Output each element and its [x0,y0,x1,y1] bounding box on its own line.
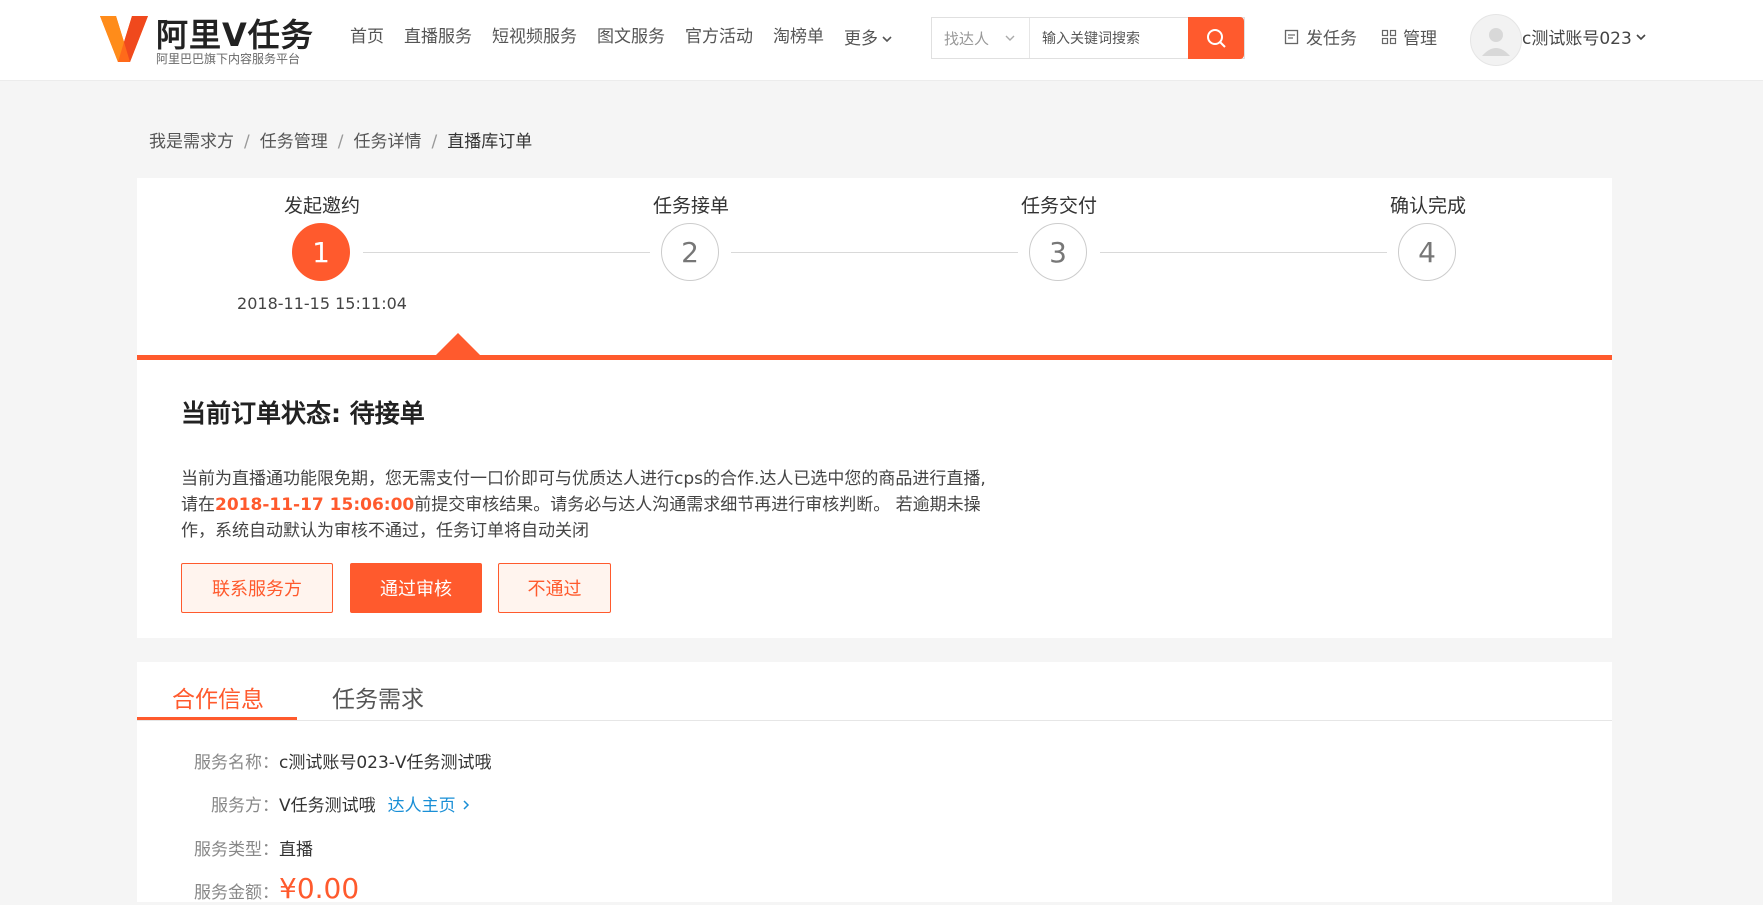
provider-label: 服务方： [211,796,279,816]
step-number: 3 [1029,223,1087,281]
step-label: 任务接单 [652,195,729,217]
search-button[interactable] [1188,17,1244,59]
step-number: 4 [1398,223,1456,281]
status-accent-bar [137,355,1612,360]
user-avatar-icon [1482,28,1510,56]
service-amount-value: ¥0.00 [279,872,360,905]
step-number: 2 [661,223,719,281]
chevron-down-icon [882,36,892,43]
service-type-value: 直播 [279,840,313,860]
active-tab-indicator [137,717,297,720]
logo-v-icon [100,16,148,62]
service-type-label: 服务类型： [194,840,279,860]
service-type-row: 服务类型：直播 [137,835,1037,860]
avatar[interactable] [1470,14,1522,66]
info-tabs: 合作信息 任务需求 [137,662,1612,721]
step-initiate: 发起邀约 1 2018-11-15 15:11:04 [237,178,407,334]
provider-value: V任务测试哦 [279,796,376,816]
publish-task-label: 发任务 [1306,29,1357,49]
order-status-title: 当前订单状态: 待接单 [181,399,425,428]
step-accept: 任务接单 2 [611,178,771,334]
step-time: 2018-11-15 15:11:04 [237,294,407,313]
edit-icon [1284,29,1299,44]
search-input[interactable] [1032,18,1196,60]
publish-task-link[interactable]: 发任务 [1284,24,1357,49]
review-deadline: 2018-11-17 15:06:00 [215,495,415,515]
step-pointer-arrow [436,333,480,355]
order-status-description: 当前为直播通功能限免期，您无需支付一口价即可与优质达人进行cps的合作.达人已选… [181,466,991,544]
account-name: c测试账号023 [1522,29,1632,49]
nav-live-service[interactable]: 直播服务 [404,24,472,54]
service-name-value: c测试账号023-V任务测试哦 [279,753,492,773]
nav-official-events[interactable]: 官方活动 [685,24,753,54]
breadcrumb-item-current: 直播库订单 [447,132,533,152]
top-navigation-bar: 阿里V任务 阿里巴巴旗下内容服务平台 首页 直播服务 短视频服务 图文服务 官方… [0,0,1763,81]
tab-task-requirements[interactable]: 任务需求 [332,680,424,714]
breadcrumb: 我是需求方 / 任务管理 / 任务详情 / 直播库订单 [149,127,532,152]
progress-steps: 发起邀约 1 2018-11-15 15:11:04 任务接单 2 任务交付 3… [137,178,1612,334]
service-amount-row: 服务金额：¥0.00 [137,872,1037,905]
nav-taobao-ranking[interactable]: 淘榜单 [773,24,824,54]
site-logo[interactable]: 阿里V任务 阿里巴巴旗下内容服务平台 [98,10,318,66]
service-amount-label: 服务金额： [194,883,279,903]
step-deliver: 任务交付 3 [979,178,1139,334]
step-number: 1 [292,223,350,281]
cooperation-info-panel: 合作信息 任务需求 服务名称：c测试账号023-V任务测试哦 服务方：V任务测试… [137,662,1612,905]
search-type-value: 找达人 [944,29,990,48]
provider-row: 服务方：V任务测试哦 达人主页 [137,791,1037,816]
breadcrumb-separator: / [244,132,250,152]
step-label: 任务交付 [1020,195,1097,217]
chevron-down-icon [1636,33,1646,40]
search-type-select[interactable]: 找达人 [932,18,1030,58]
contact-provider-button[interactable]: 联系服务方 [181,563,333,613]
manage-label: 管理 [1403,29,1437,49]
search-icon [1207,29,1226,48]
step-connector [363,252,650,253]
breadcrumb-separator: / [337,132,344,152]
account-menu[interactable]: c测试账号023 [1522,24,1648,49]
step-connector [731,252,1018,253]
tab-cooperation-info[interactable]: 合作信息 [172,680,264,714]
breadcrumb-item-task-management[interactable]: 任务管理 [260,132,328,152]
manage-link[interactable]: 管理 [1381,24,1437,49]
chevron-right-icon [463,800,469,810]
main-nav: 首页 直播服务 短视频服务 图文服务 官方活动 淘榜单 更多 [350,24,914,54]
provider-homepage-link[interactable]: 达人主页 [388,796,472,816]
nav-short-video-service[interactable]: 短视频服务 [492,24,577,54]
order-status-panel: 当前订单状态: 待接单 当前为直播通功能限免期，您无需支付一口价即可与优质达人进… [137,333,1612,638]
breadcrumb-item-buyer[interactable]: 我是需求方 [149,132,234,152]
step-connector [1100,252,1387,253]
service-name-row: 服务名称：c测试账号023-V任务测试哦 [137,748,1037,773]
breadcrumb-item-task-detail[interactable]: 任务详情 [353,132,421,152]
nav-article-service[interactable]: 图文服务 [597,24,665,54]
approve-button[interactable]: 通过审核 [350,563,482,613]
service-name-label: 服务名称： [194,753,279,773]
nav-home[interactable]: 首页 [350,24,384,54]
provider-homepage-label: 达人主页 [387,796,456,816]
logo-subtitle: 阿里巴巴旗下内容服务平台 [156,52,301,66]
reject-button[interactable]: 不通过 [498,563,611,613]
nav-more-label: 更多 [844,29,878,49]
step-label: 发起邀约 [283,195,360,217]
search-box: 找达人 [931,17,1245,60]
nav-more[interactable]: 更多 [844,24,894,54]
step-confirm: 确认完成 4 [1348,178,1508,334]
breadcrumb-separator: / [431,132,438,152]
step-label: 确认完成 [1389,195,1466,217]
chevron-down-icon [1005,35,1015,41]
grid-icon [1381,29,1397,44]
